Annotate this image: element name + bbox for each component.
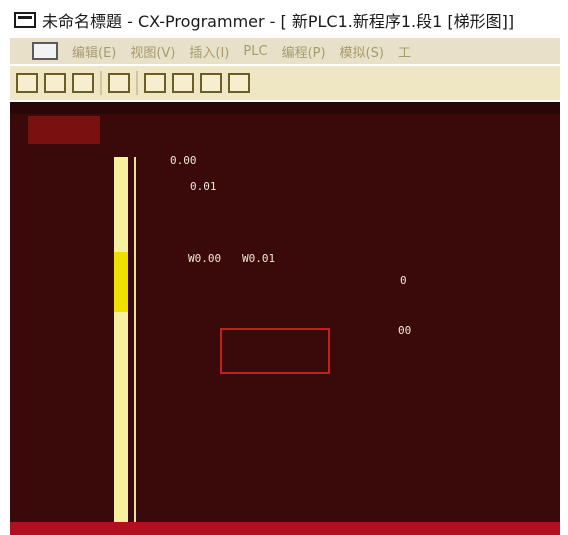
menu-view[interactable]: 视图(V) [130,42,175,61]
contact-label[interactable]: W0.00 [188,252,221,265]
left-rail-line [134,157,136,532]
menu-simulate[interactable]: 模拟(S) [340,42,384,61]
status-bar [10,522,560,535]
rung-number: 0 [400,274,407,287]
app-window-icon [14,12,36,28]
toolbar-separator [136,71,138,95]
rail-highlight [114,252,128,312]
paste-icon[interactable] [200,73,222,93]
document-tab[interactable] [28,116,100,144]
copy-icon[interactable] [172,73,194,93]
menu-plc[interactable]: PLC [243,44,267,59]
contact-label[interactable]: 0.01 [190,180,217,193]
menu-bar: 编辑(E) 视图(V) 插入(I) PLC 编程(P) 模拟(S) 工 [10,38,560,64]
toolbar [10,66,560,100]
contact-label[interactable]: W0.01 [242,252,275,265]
contact-label[interactable]: 0.00 [170,154,197,167]
rung-number: 00 [398,324,412,337]
menu-program[interactable]: 编程(P) [282,42,326,61]
open-icon[interactable] [44,73,66,93]
selection-cursor[interactable] [220,328,330,374]
window-title: 未命名標題 - CX-Programmer - [ 新PLC1.新程序1.段1 … [42,12,515,31]
menu-insert[interactable]: 插入(I) [189,42,229,61]
title-bar: 未命名標題 - CX-Programmer - [ 新PLC1.新程序1.段1 … [10,6,560,34]
new-icon[interactable] [16,73,38,93]
menu-edit[interactable]: 编辑(E) [72,42,116,61]
left-power-rail [114,157,128,532]
menu-tools[interactable]: 工 [398,42,411,61]
document-tab-strip [10,102,560,114]
find-icon[interactable] [228,73,250,93]
document-icon[interactable] [32,42,58,60]
cut-icon[interactable] [144,73,166,93]
ladder-editor[interactable]: 0.00 0.01 W0.00 W0.01 0 00 [10,102,560,535]
print-icon[interactable] [108,73,130,93]
toolbar-separator [100,71,102,95]
save-icon[interactable] [72,73,94,93]
